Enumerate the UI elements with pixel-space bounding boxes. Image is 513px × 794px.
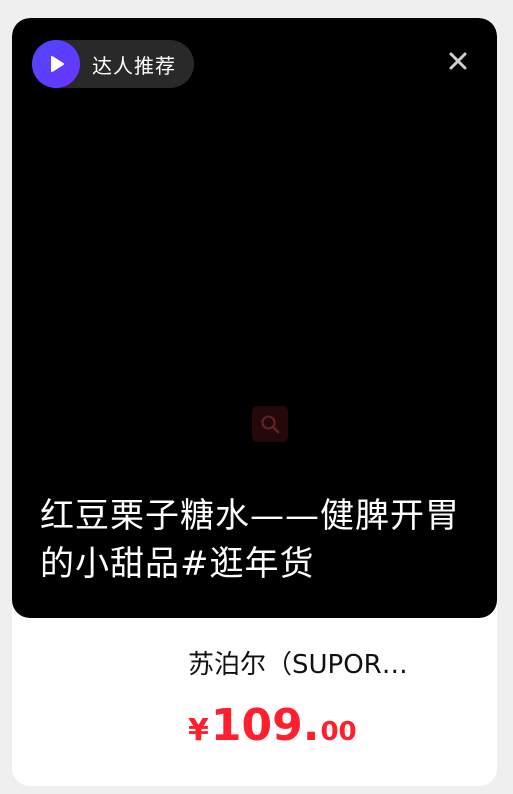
- product-info[interactable]: 苏泊尔（SUPOR… ¥ 109. 00: [12, 618, 497, 786]
- product-card[interactable]: 达人推荐 红豆栗子糖水——健脾开胃的小甜品#逛年货 苏泊尔（SUPOR… ¥ 1…: [12, 18, 497, 786]
- play-icon: [32, 40, 80, 88]
- product-price: ¥ 109. 00: [188, 704, 357, 754]
- price-currency: ¥: [188, 713, 209, 748]
- video-preview[interactable]: 达人推荐 红豆栗子糖水——健脾开胃的小甜品#逛年货: [12, 18, 497, 618]
- influencer-recommend-badge: 达人推荐: [32, 40, 194, 88]
- search-icon: [252, 406, 288, 442]
- badge-label: 达人推荐: [92, 53, 176, 78]
- product-title[interactable]: 苏泊尔（SUPOR…: [188, 648, 470, 682]
- price-decimal: 00: [320, 717, 357, 747]
- price-integer: 109.: [210, 700, 320, 751]
- close-icon[interactable]: [447, 50, 469, 72]
- video-caption: 红豆栗子糖水——健脾开胃的小甜品#逛年货: [40, 496, 460, 584]
